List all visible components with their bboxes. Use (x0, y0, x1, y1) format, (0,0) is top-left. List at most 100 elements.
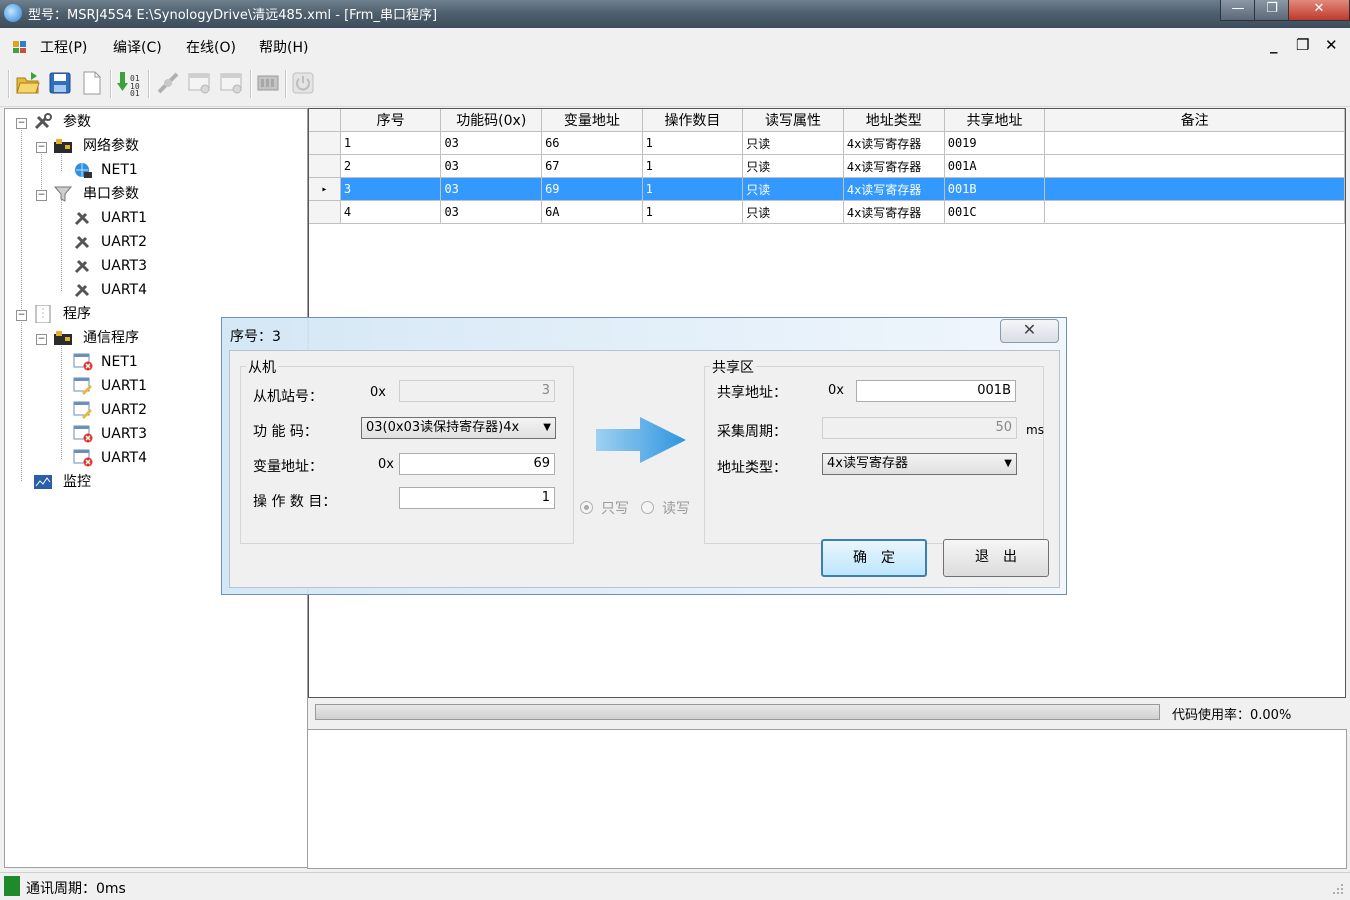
table-cell[interactable]: 2 (340, 154, 442, 178)
table-cell[interactable] (1044, 131, 1345, 155)
radio-write-only[interactable] (580, 501, 593, 514)
dropdown-arrow-icon: ▼ (543, 422, 551, 433)
download-program-icon[interactable]: 01 10 01 (116, 70, 142, 96)
table-cell[interactable] (1044, 177, 1345, 201)
menu-online[interactable]: 在线(O) (186, 37, 236, 57)
close-button[interactable]: ✕ (1288, 0, 1350, 21)
tree-label: 参数 (63, 114, 91, 130)
download-window-icon[interactable] (219, 70, 245, 96)
menu-compile[interactable]: 编译(C) (113, 37, 162, 57)
dialog-close-button[interactable]: ✕ (1000, 319, 1059, 343)
table-cell[interactable]: 4x读写寄存器 (843, 177, 945, 201)
table-cell[interactable]: 1 (642, 154, 744, 178)
table-cell[interactable]: 66 (541, 131, 643, 155)
open-folder-icon[interactable] (15, 70, 41, 96)
column-header[interactable]: 序号 (340, 109, 442, 132)
column-header[interactable]: 变量地址 (541, 109, 643, 132)
column-header[interactable]: 地址类型 (843, 109, 945, 132)
row-header[interactable] (309, 131, 341, 155)
menu-help[interactable]: 帮助(H) (259, 37, 308, 57)
row-header[interactable] (309, 200, 341, 224)
output-panel (307, 729, 1347, 869)
minimize-button[interactable]: — (1220, 0, 1256, 21)
device-icon[interactable] (255, 70, 281, 96)
toolbar-separator (110, 70, 112, 98)
var-addr-input[interactable]: 69 (399, 453, 555, 475)
row-header[interactable] (309, 154, 341, 178)
table-cell[interactable]: 1 (340, 131, 442, 155)
column-header[interactable]: 操作数目 (642, 109, 744, 132)
table-cell[interactable]: 6A (541, 200, 643, 224)
op-count-input[interactable]: 1 (399, 487, 555, 509)
function-code-value: 03(0x03读保持寄存器)4x (366, 420, 520, 435)
table-row[interactable]: 2 03 67 1 只读 4x读写寄存器 001A (309, 154, 1345, 178)
column-header[interactable]: 功能码(0x) (440, 109, 543, 132)
resize-grip-icon[interactable] (1332, 883, 1344, 895)
table-cell[interactable]: 1 (642, 131, 744, 155)
collapse-toggle[interactable]: − (36, 334, 47, 345)
table-cell[interactable]: 03 (440, 200, 543, 224)
table-cell[interactable] (1044, 200, 1345, 224)
collapse-toggle[interactable]: − (36, 190, 47, 201)
collapse-toggle[interactable]: − (16, 310, 27, 321)
radio-write-only-label: 只写 (601, 501, 629, 517)
table-cell[interactable]: 0019 (944, 131, 1046, 155)
connect-icon[interactable] (155, 70, 181, 96)
table-cell[interactable]: 001C (944, 200, 1046, 224)
current-row-marker[interactable]: ▸ (309, 177, 341, 201)
table-row[interactable]: 4 03 6A 1 只读 4x读写寄存器 001C (309, 200, 1345, 224)
menu-bar: 工程(P) 编译(C) 在线(O) 帮助(H) _ ❐ ✕ (0, 28, 1350, 62)
mdi-minimize-button[interactable]: _ (1270, 36, 1278, 54)
tree-label: UART3 (101, 426, 147, 442)
table-cell[interactable]: 只读 (742, 154, 844, 178)
column-header[interactable]: 备注 (1044, 109, 1345, 132)
table-row-selected[interactable]: ▸ 3 03 69 1 只读 4x读写寄存器 001B (309, 177, 1345, 201)
table-cell[interactable]: 只读 (742, 131, 844, 155)
table-cell[interactable]: 1 (642, 177, 744, 201)
collapse-toggle[interactable]: − (36, 142, 47, 153)
radio-read-write[interactable] (641, 501, 654, 514)
tree-label: 串口参数 (83, 186, 139, 202)
slave-station-input[interactable]: 3 (399, 380, 555, 402)
share-addr-input[interactable]: 001B (856, 380, 1016, 402)
table-cell[interactable]: 03 (440, 177, 543, 201)
ok-button[interactable]: 确 定 (821, 539, 927, 577)
upload-window-icon[interactable] (187, 70, 213, 96)
menu-project[interactable]: 工程(P) (40, 37, 87, 57)
var-addr-prefix: 0x (378, 457, 394, 472)
table-cell[interactable]: 67 (541, 154, 643, 178)
table-cell[interactable]: 4x读写寄存器 (843, 131, 945, 155)
tree-label: UART2 (101, 234, 147, 250)
column-header[interactable]: 共享地址 (944, 109, 1046, 132)
table-cell[interactable]: 4 (340, 200, 442, 224)
table-cell[interactable]: 03 (440, 131, 543, 155)
table-cell[interactable]: 1 (642, 200, 744, 224)
table-cell[interactable]: 3 (340, 177, 442, 201)
network-card-icon (54, 331, 72, 345)
table-cell[interactable]: 只读 (742, 200, 844, 224)
table-row[interactable]: 1 03 66 1 只读 4x读写寄存器 0019 (309, 131, 1345, 155)
error-form-icon (73, 425, 93, 443)
addr-type-select[interactable]: 4x读写寄存器 ▼ (822, 453, 1017, 475)
column-header[interactable]: 读写属性 (742, 109, 844, 132)
mdi-close-button[interactable]: ✕ (1325, 36, 1338, 54)
table-cell[interactable]: 001A (944, 154, 1046, 178)
mdi-restore-button[interactable]: ❐ (1296, 36, 1309, 54)
table-header-row: 序号 功能码(0x) 变量地址 操作数目 读写属性 地址类型 共享地址 备注 (309, 109, 1345, 132)
table-cell[interactable]: 4x读写寄存器 (843, 154, 945, 178)
table-cell[interactable]: 03 (440, 154, 543, 178)
save-icon[interactable] (47, 70, 73, 96)
function-code-select[interactable]: 03(0x03读保持寄存器)4x ▼ (361, 417, 556, 439)
maximize-button[interactable]: ❐ (1254, 0, 1290, 21)
table-cell[interactable] (1044, 154, 1345, 178)
table-cell[interactable]: 69 (541, 177, 643, 201)
mapping-edit-dialog: 序号：3 ✕ 从机 从机站号： 0x 3 功 能 码： 03(0x03读保持寄存… (221, 317, 1067, 595)
exit-button[interactable]: 退 出 (943, 539, 1049, 577)
table-cell[interactable]: 4x读写寄存器 (843, 200, 945, 224)
collapse-toggle[interactable]: − (16, 118, 27, 129)
table-cell[interactable]: 001B (944, 177, 1046, 201)
power-icon[interactable] (290, 70, 316, 96)
period-input[interactable]: 50 (822, 417, 1017, 439)
table-cell[interactable]: 只读 (742, 177, 844, 201)
new-document-icon[interactable] (79, 70, 105, 96)
